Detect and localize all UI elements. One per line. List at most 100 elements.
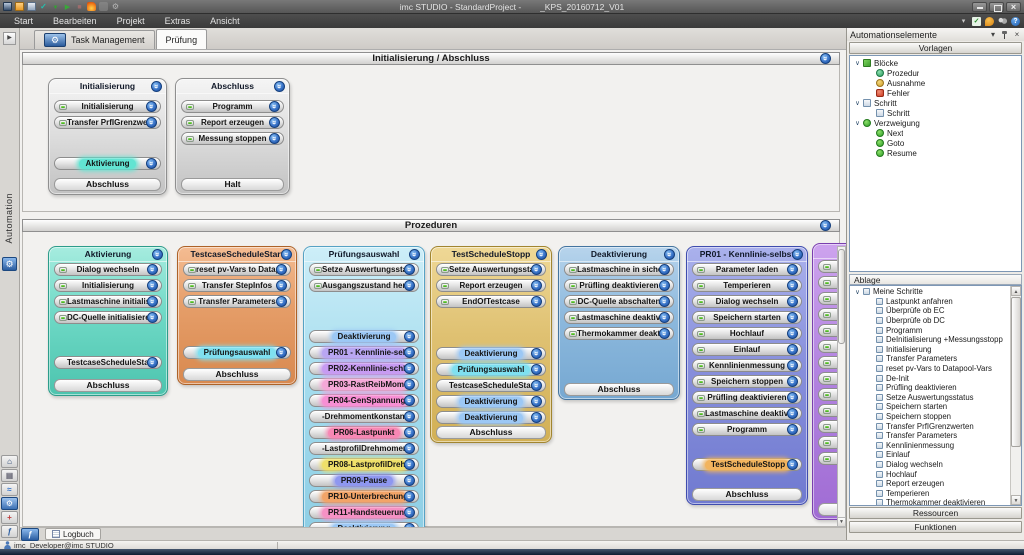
step-lastmaschine-deaktivieren[interactable]: Lastmaschine deaktivieren [692, 407, 802, 420]
open-icon[interactable] [15, 2, 24, 11]
chevron-down-icon[interactable] [787, 360, 798, 371]
chevron-down-icon[interactable] [146, 117, 157, 128]
tree-item[interactable]: Initialisierung [850, 345, 1010, 355]
step-dc-quelle-abschalten[interactable]: DC-Quelle abschalten [564, 295, 674, 308]
chevron-down-icon[interactable] [151, 81, 162, 92]
tree-item[interactable]: Temperieren [850, 488, 1010, 498]
step-lastprofildrehmoment[interactable]: -LastprofilDrehmoment [309, 442, 419, 455]
tree-item[interactable]: Schritt [850, 108, 1021, 118]
tree-item[interactable]: DeInitialisierung +Messungsstopp [850, 335, 1010, 345]
block-deaktivierung[interactable]: DeaktivierungLastmaschine in sicheren Zu… [558, 246, 680, 400]
chevron-down-icon[interactable] [787, 328, 798, 339]
tree-item[interactable]: Fehler [850, 88, 1021, 98]
step-reset-pv-vars-to-datapool-vars[interactable]: reset pv-Vars to Datapool-Vars [183, 263, 291, 276]
step-pr08-lastprofildrehzahl[interactable]: PR08-LastprofilDrehzahl [309, 458, 419, 471]
tab-logbuch[interactable]: Logbuch [45, 528, 101, 540]
chevron-down-icon[interactable] [404, 475, 415, 486]
flame-icon[interactable] [87, 2, 96, 11]
step-deaktivierung[interactable]: Deaktivierung [309, 522, 419, 527]
step-drehmomentkonstante[interactable]: -Drehmomentkonstante [309, 410, 419, 423]
users-icon[interactable] [998, 17, 1007, 26]
step-deaktivierung[interactable]: Deaktivierung [436, 411, 546, 424]
restore-button[interactable] [989, 2, 1004, 12]
chevron-down-icon[interactable] [787, 376, 798, 387]
tree-item[interactable]: Dialog wechseln [850, 460, 1010, 470]
scroll-thumb[interactable] [1011, 297, 1021, 447]
feedback-icon[interactable] [985, 17, 994, 26]
step-programm[interactable]: Programm [692, 423, 802, 436]
step-prüfling-deaktivieren[interactable]: Prüfling deaktivieren [692, 391, 802, 404]
step-lastmaschine-initialisieren[interactable]: Lastmaschine initialisieren [54, 295, 162, 308]
scroll-up-icon[interactable]: ▲ [1011, 286, 1021, 296]
step-prüfungsauswahl[interactable]: Prüfungsauswahl [183, 346, 291, 359]
canvas-scrollbar[interactable]: ▼ [837, 246, 846, 527]
scroll-down-icon[interactable]: ▼ [1011, 495, 1021, 505]
step-thermokammer-deaktivieren[interactable]: Thermokammer deaktivieren [564, 327, 674, 340]
menu-start[interactable]: Start [4, 16, 43, 26]
chevron-down-icon[interactable] [531, 348, 542, 359]
stop-icon[interactable] [75, 2, 84, 11]
tree-item[interactable]: Resume [850, 148, 1021, 158]
step-hochlauf[interactable]: Hochlauf [692, 327, 802, 340]
chevron-down-icon[interactable] [146, 158, 157, 169]
block-testschedulestopp[interactable]: TestScheduleStoppSetze Auswertungsstatus… [430, 246, 552, 443]
panel-chevron-icon[interactable] [959, 17, 968, 26]
chevron-down-icon[interactable] [404, 363, 415, 374]
step-deaktivierung[interactable]: Deaktivierung [436, 347, 546, 360]
step-prüfungsauswahl[interactable]: Prüfungsauswahl [436, 363, 546, 376]
home-icon[interactable] [1, 455, 18, 468]
chevron-down-icon[interactable] [531, 396, 542, 407]
tree-item[interactable]: ∨Meine Schritte [850, 287, 1010, 297]
step-endoftestcase[interactable]: EndOfTestcase [436, 295, 546, 308]
chevron-down-icon[interactable] [536, 249, 547, 260]
step-pr02-kennlinie-schlepp[interactable]: PR02-Kennlinie-schlepp [309, 362, 419, 375]
config-icon[interactable] [111, 2, 120, 11]
tree-item[interactable]: reset pv-Vars to Datapool-Vars [850, 364, 1010, 374]
chevron-down-icon[interactable] [787, 392, 798, 403]
automation-view-label[interactable]: Automation [4, 193, 14, 244]
step-programm[interactable]: Programm [181, 100, 284, 113]
chevron-down-icon[interactable]: ▾ [989, 31, 997, 39]
tree-item[interactable]: ∨Blöcke [850, 58, 1021, 68]
chevron-down-icon[interactable] [787, 296, 798, 307]
tree-item[interactable]: Überprüfe ob DC [850, 316, 1010, 326]
tree-item[interactable]: ∨Verzweigung [850, 118, 1021, 128]
step-testcaseschedulestart[interactable]: TestcaseScheduleStart [54, 356, 162, 369]
tree-item[interactable]: Thermokammer deaktivieren [850, 498, 1010, 505]
chevron-down-icon[interactable] [276, 264, 287, 275]
chevron-down-icon[interactable] [659, 312, 670, 323]
block-testcaseschedulestart[interactable]: TestcaseScheduleStartreset pv-Vars to Da… [177, 246, 297, 385]
chevron-down-icon[interactable] [531, 364, 542, 375]
panel-icon[interactable] [1, 469, 18, 482]
tree-item[interactable]: De-Init [850, 373, 1010, 383]
step-initialisierung[interactable]: Initialisierung [54, 279, 162, 292]
tree-item[interactable]: Report erzeugen [850, 479, 1010, 489]
chevron-down-icon[interactable] [147, 280, 158, 291]
step-transfer-parameters[interactable]: Transfer Parameters [183, 295, 291, 308]
step-lastmaschine-deaktivieren[interactable]: Lastmaschine deaktivieren [564, 311, 674, 324]
chevron-down-icon[interactable] [664, 249, 675, 260]
tree-item[interactable]: Next [850, 128, 1021, 138]
chevron-down-icon[interactable] [531, 296, 542, 307]
validation-icon[interactable] [972, 17, 981, 26]
step-setze-auswertungsstatus[interactable]: Setze Auswertungsstatus [436, 263, 546, 276]
automation-icon[interactable] [2, 257, 17, 271]
chevron-down-icon[interactable] [276, 280, 287, 291]
step-speichern-starten[interactable]: Speichern starten [692, 311, 802, 324]
minimize-button[interactable] [972, 2, 987, 12]
chevron-down-icon[interactable] [659, 328, 670, 339]
step-temperieren[interactable]: Temperieren [692, 279, 802, 292]
tree-item[interactable]: Ausnahme [850, 78, 1021, 88]
block-aktivierung[interactable]: AktivierungDialog wechselnInitialisierun… [48, 246, 168, 396]
section-header-initialisierung-abschluss[interactable]: Initialisierung / Abschluss [22, 52, 840, 65]
chevron-down-icon[interactable] [276, 296, 287, 307]
step-pr10-unterbrechung[interactable]: PR10-Unterbrechung [309, 490, 419, 503]
chevron-down-icon[interactable] [787, 408, 798, 419]
block-initialisierung[interactable]: InitialisierungInitialisierungTransfer P… [48, 78, 167, 195]
chevron-down-icon[interactable] [147, 312, 158, 323]
chevron-down-icon[interactable] [152, 249, 163, 260]
step-pr04-genspannung[interactable]: PR04-GenSpannung [309, 394, 419, 407]
chevron-down-icon[interactable] [787, 344, 798, 355]
chevron-down-icon[interactable] [404, 459, 415, 470]
step-messung-stoppen[interactable]: Messung stoppen [181, 132, 284, 145]
